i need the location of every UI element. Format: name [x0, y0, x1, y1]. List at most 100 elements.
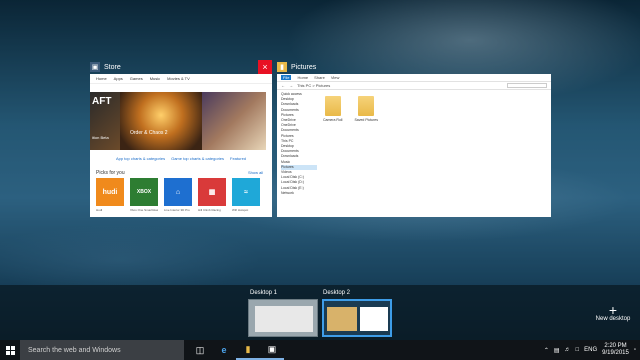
tile-caption: Xbox One SmartGlass	[130, 208, 158, 212]
tile-caption: Hudl	[96, 208, 103, 212]
tile-captions: Hudl Xbox One SmartGlass Live Interior 3…	[96, 208, 260, 212]
desktop-2-thumbnail[interactable]	[322, 299, 392, 337]
file-explorer-button[interactable]: ▮	[236, 340, 260, 360]
car-icon: ▦	[208, 189, 216, 196]
volume-icon[interactable]: ♬	[565, 347, 571, 353]
windows-logo-icon	[5, 345, 15, 355]
explorer-ribbon: File Home Share View	[277, 74, 551, 82]
app-tile[interactable]: hudi	[96, 178, 124, 206]
store-nav-music[interactable]: Music	[150, 76, 160, 81]
chevron-up-icon[interactable]: ⌃	[544, 347, 549, 354]
ribbon-file[interactable]: File	[281, 75, 292, 80]
picks-tiles: hudi XBOX ⌂ ▦ ≈	[96, 178, 260, 206]
clock-date: 9/19/2015	[602, 350, 629, 356]
desktop-2-label: Desktop 2	[323, 290, 351, 296]
explorer-search-input[interactable]	[507, 83, 547, 88]
hero-left-title: AFT	[92, 96, 112, 107]
task-view-icon: ◫	[195, 344, 205, 355]
close-window-button[interactable]: ×	[258, 60, 272, 74]
game-charts-link[interactable]: Game top charts & categories	[171, 156, 224, 161]
store-hero-banner[interactable]: AFT ition Beta Order & Chaos 2	[90, 92, 266, 150]
notifications-icon[interactable]: □	[576, 347, 580, 353]
edge-icon: e	[221, 345, 227, 355]
ribbon-view[interactable]: View	[331, 75, 340, 80]
app-tile[interactable]: XBOX	[130, 178, 158, 206]
folder-grid: Camera Roll Saved Pictures	[323, 96, 378, 122]
plus-icon: +	[608, 302, 618, 318]
address-path: This PC > Pictures	[297, 83, 331, 88]
folder-icon: ▮	[277, 62, 287, 72]
store-category-links: App top charts & categories Game top cha…	[96, 156, 266, 161]
store-nav: Home Apps Games Music Movies & TV	[90, 74, 272, 84]
start-button[interactable]	[0, 340, 20, 360]
desktop-1-label: Desktop 1	[250, 290, 278, 296]
address-bar[interactable]: ← → This PC > Pictures	[277, 82, 551, 90]
app-tile[interactable]: ⌂	[164, 178, 192, 206]
hero-left-card[interactable]: AFT ition Beta	[90, 92, 120, 150]
folder-icon: ▮	[245, 343, 251, 354]
app-tile[interactable]: ≈	[232, 178, 260, 206]
clock[interactable]: 2:20 PM 9/19/2015	[602, 343, 629, 357]
show-all-link[interactable]: Show all	[248, 170, 263, 175]
tile-caption: Live Interior 3D Pro	[164, 208, 190, 212]
store-nav-home[interactable]: Home	[96, 76, 107, 81]
store-bag-icon: ▣	[90, 62, 100, 72]
desktop-2-window-preview	[327, 307, 357, 331]
system-tray: ⌃ ▤ ♬ □ ENG 2:20 PM 9/19/2015 ▫	[544, 343, 640, 357]
action-center-icon[interactable]: ▫	[634, 347, 636, 353]
folder-item[interactable]: Saved Pictures	[354, 96, 378, 122]
tile-caption: Hill Climb Racing	[198, 208, 221, 212]
hero-left-subtitle: ition Beta	[92, 135, 109, 140]
app-tile[interactable]: ▦	[198, 178, 226, 206]
search-placeholder: Search the web and Windows	[28, 346, 121, 354]
store-window-title: Store	[104, 63, 121, 71]
nav-item[interactable]: Network	[281, 191, 317, 196]
app-tile-label: hudi	[102, 188, 118, 196]
hero-right-card[interactable]	[202, 92, 266, 150]
store-bag-icon: ▣	[267, 343, 277, 354]
folder-item[interactable]: Camera Roll	[323, 96, 342, 122]
taskbar-search-box[interactable]: Search the web and Windows	[20, 340, 184, 360]
house-icon: ⌂	[175, 188, 181, 196]
app-tile-label: XBOX	[136, 189, 152, 195]
pictures-window-title: Pictures	[291, 63, 317, 71]
featured-link[interactable]: Featured	[230, 156, 246, 161]
picks-heading: Picks for you	[96, 170, 125, 176]
ribbon-share[interactable]: Share	[314, 75, 325, 80]
new-desktop-button[interactable]: + New desktop	[592, 302, 634, 322]
store-button[interactable]: ▣	[260, 340, 284, 360]
desktop-1-thumbnail[interactable]	[248, 299, 318, 337]
task-view-button[interactable]: ◫	[188, 340, 212, 360]
navigation-pane: Quick access Desktop Downloads Documents…	[277, 92, 317, 196]
store-window-content: Home Apps Games Music Movies & TV AFT it…	[90, 74, 272, 217]
desktop-1-window-preview	[255, 306, 313, 332]
pictures-window-thumbnail[interactable]: ▮ Pictures File Home Share View ← → This…	[277, 60, 551, 217]
back-arrow-icon[interactable]: ←	[281, 83, 285, 88]
taskbar: Search the web and Windows ◫ e ▮ ▣ ⌃ ▤ ♬…	[0, 340, 640, 360]
network-icon[interactable]: ▤	[554, 347, 560, 354]
store-nav-apps[interactable]: Apps	[114, 76, 123, 81]
desktop-2-window-preview	[360, 307, 388, 331]
forward-arrow-icon[interactable]: →	[289, 83, 293, 88]
folder-label: Saved Pictures	[354, 118, 378, 122]
folder-icon	[358, 96, 375, 116]
edge-button[interactable]: e	[212, 340, 236, 360]
tile-caption: Wifi Hotspot	[232, 208, 249, 212]
ribbon-home[interactable]: Home	[297, 75, 308, 80]
store-window-titlebar: ▣ Store	[90, 60, 121, 74]
hero-main-card[interactable]: Order & Chaos 2	[120, 92, 202, 150]
wifi-icon: ≈	[244, 188, 248, 196]
store-nav-games[interactable]: Games	[130, 76, 143, 81]
clock-time: 2:20 PM	[604, 343, 627, 349]
language-indicator[interactable]: ENG	[584, 347, 597, 353]
hero-main-title: Order & Chaos 2	[130, 130, 168, 136]
virtual-desktops-bar	[0, 285, 640, 340]
pictures-window-titlebar: ▮ Pictures	[277, 60, 316, 74]
app-charts-link[interactable]: App top charts & categories	[116, 156, 165, 161]
close-icon: ×	[262, 62, 268, 72]
folder-label: Camera Roll	[323, 118, 343, 122]
store-nav-movies[interactable]: Movies & TV	[167, 76, 190, 81]
pictures-window-content: File Home Share View ← → This PC > Pictu…	[277, 74, 551, 217]
store-window-thumbnail[interactable]: ▣ Store Home Apps Games Music Movies & T…	[90, 60, 272, 217]
folder-icon	[324, 96, 341, 116]
